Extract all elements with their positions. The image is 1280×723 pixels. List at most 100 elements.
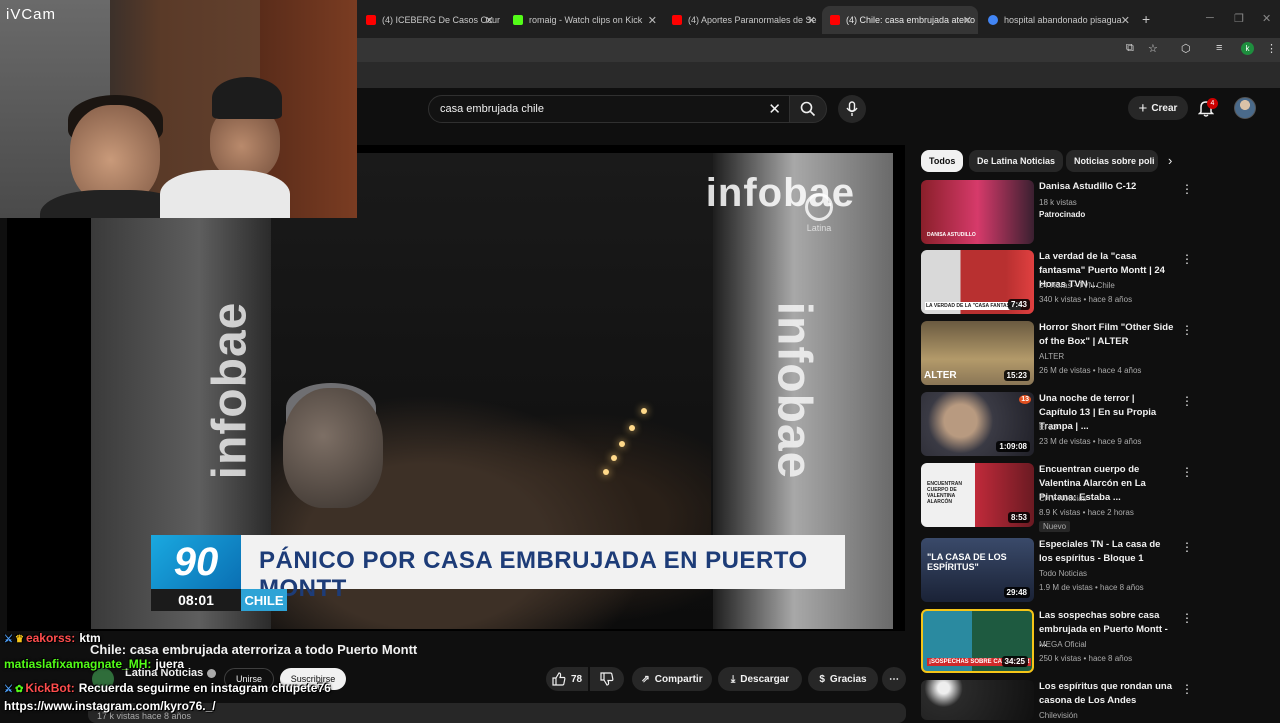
browser-tab-active[interactable]: (4) Chile: casa embrujada aterro ✕ xyxy=(822,6,978,34)
more-options-icon[interactable]: ⋮ xyxy=(1181,252,1193,266)
account-avatar[interactable] xyxy=(1234,97,1256,119)
notifications-count-badge: 4 xyxy=(1207,98,1218,109)
more-options-icon[interactable]: ⋮ xyxy=(1181,540,1193,554)
close-tab-icon[interactable]: ✕ xyxy=(485,14,494,27)
more-options-icon[interactable]: ⋮ xyxy=(1181,394,1193,408)
chat-message: ⚔ ✿ KickBot: Recuerda seguirme en instagram… xyxy=(4,681,331,695)
recommendation-item[interactable]: 13 1:09:08 Una noche de terror | Capítul… xyxy=(921,392,1266,458)
video-duration: 34:25 xyxy=(1001,656,1028,667)
extensions-icon[interactable]: ⬡ xyxy=(1181,42,1191,55)
search-button[interactable] xyxy=(789,95,827,123)
recommendation-item[interactable]: DANISA ASTUDILLO Danisa Astudillo C-12 1… xyxy=(921,180,1266,246)
create-button[interactable]: + Crear xyxy=(1128,96,1188,120)
infobae-watermark: infobae xyxy=(203,301,257,480)
thumbs-down-icon xyxy=(600,672,614,686)
tab-title: (4) Aportes Paranormales de Se xyxy=(688,15,817,25)
profile-icon[interactable]: k xyxy=(1241,42,1254,55)
close-tab-icon[interactable]: ✕ xyxy=(648,14,657,27)
browser-menu-icon[interactable]: ⋮ xyxy=(1266,42,1277,55)
voice-search-button[interactable] xyxy=(838,95,866,123)
chat-message: https://www.instagram.com/kyro76._/ xyxy=(4,699,216,713)
youtube-favicon-icon xyxy=(830,15,840,25)
recommendation-item[interactable]: ALTER 15:23 Horror Short Film "Other Sid… xyxy=(921,321,1266,387)
browser-tab[interactable]: (4) Aportes Paranormales de Se ✕ xyxy=(664,6,822,34)
chat-username: eakorss: xyxy=(25,631,76,645)
recommendation-item[interactable]: ENCUENTRAN CUERPO DE VALENTINA ALARCÓN 8… xyxy=(921,463,1266,532)
more-actions-button[interactable]: ⋯ xyxy=(882,667,906,691)
microphone-icon xyxy=(846,101,858,116)
browser-tab[interactable]: romaig - Watch clips on Kick ✕ xyxy=(505,6,663,34)
recommendation-item[interactable]: "LA CASA DE LOS ESPÍRITUS" 29:48 Especia… xyxy=(921,538,1266,604)
tab-title: (4) Chile: casa embrujada aterro xyxy=(846,15,976,25)
chevron-right-icon[interactable]: › xyxy=(1168,153,1172,168)
thumbnail-label: ALTER xyxy=(924,370,957,381)
channel-name: ALTER xyxy=(1039,352,1065,361)
chat-message: ⚔ ♛ eakorss: ktm xyxy=(4,631,101,645)
close-tab-icon[interactable]: ✕ xyxy=(963,14,972,27)
google-favicon-icon xyxy=(988,15,998,25)
browser-tab[interactable]: hospital abandonado pisagua ✕ xyxy=(980,6,1136,34)
maximize-icon[interactable]: ❐ xyxy=(1234,12,1244,25)
channel-name: Chilevisión xyxy=(1039,711,1078,720)
more-icon: ⋯ xyxy=(889,673,899,685)
bookmark-star-icon[interactable]: ☆ xyxy=(1148,42,1158,55)
more-options-icon[interactable]: ⋮ xyxy=(1181,323,1193,337)
clear-search-icon[interactable]: ✕ xyxy=(768,100,781,118)
install-app-icon[interactable]: ⧉ xyxy=(1126,42,1134,55)
video-thumbnail[interactable]: LA VERDAD DE LA "CASA FANTASMA" 7:43 xyxy=(921,250,1034,314)
video-thumbnail[interactable] xyxy=(921,680,1034,720)
more-options-icon[interactable]: ⋮ xyxy=(1181,182,1193,196)
chip-latina-noticias[interactable]: De Latina Noticias xyxy=(969,150,1064,172)
video-meta: 340 k vistas • hace 8 años xyxy=(1039,295,1133,304)
video-title: Especiales TN - La casa de los espíritus… xyxy=(1039,539,1161,564)
more-options-icon[interactable]: ⋮ xyxy=(1181,465,1193,479)
sponsored-label: Patrocinado xyxy=(1039,210,1086,219)
video-duration: 1:09:08 xyxy=(996,441,1030,452)
media-control-icon[interactable]: ≡ xyxy=(1216,42,1222,54)
close-window-icon[interactable]: ✕ xyxy=(1262,12,1271,25)
lower-third-country: CHILE xyxy=(241,589,287,611)
share-icon: ⇗ xyxy=(641,673,650,685)
search-input[interactable]: casa embrujada chile ✕ xyxy=(428,95,790,123)
close-tab-icon[interactable]: ✕ xyxy=(807,14,816,27)
video-title: Danisa Astudillo C-12 xyxy=(1039,181,1137,192)
dislike-button[interactable] xyxy=(590,667,624,691)
guest-figure xyxy=(160,75,290,218)
video-thumbnail[interactable]: ¡SOSPECHAS SOBRE CASA EMBR 34:25 xyxy=(921,609,1034,673)
thanks-button[interactable]: $ Gracias xyxy=(808,667,878,691)
webcam-label: iVCam xyxy=(6,6,57,23)
chat-text: ktm xyxy=(79,631,101,645)
video-thumbnail[interactable]: "LA CASA DE LOS ESPÍRITUS" 29:48 xyxy=(921,538,1034,602)
video-thumbnail[interactable]: 13 1:09:08 xyxy=(921,392,1034,456)
video-thumbnail[interactable]: ALTER 15:23 xyxy=(921,321,1034,385)
video-thumbnail[interactable]: DANISA ASTUDILLO xyxy=(921,180,1034,244)
video-thumbnail[interactable]: ENCUENTRAN CUERPO DE VALENTINA ALARCÓN 8… xyxy=(921,463,1034,527)
like-count: 78 xyxy=(570,673,583,685)
video-meta: 250 k vistas • hace 8 años xyxy=(1039,654,1133,663)
new-tab-icon[interactable]: + xyxy=(1142,11,1150,27)
recommendation-item[interactable]: ¡SOSPECHAS SOBRE CASA EMBR 34:25 Las sos… xyxy=(921,609,1266,675)
download-button[interactable]: ⤓ Descargar xyxy=(718,667,802,691)
thumbnail-label: "LA CASA DE LOS ESPÍRITUS" xyxy=(927,552,1007,572)
browser-tab[interactable]: (4) ICEBERG De Casos Ocurridos ✕ xyxy=(358,6,500,34)
youtube-favicon-icon xyxy=(672,15,682,25)
more-options-icon[interactable]: ⋮ xyxy=(1181,611,1193,625)
share-button[interactable]: ⇗ Compartir xyxy=(632,667,712,691)
minimize-icon[interactable]: ─ xyxy=(1206,12,1214,24)
kick-favicon-icon xyxy=(513,15,523,25)
video-title: Chile: casa embrujada aterroriza a todo … xyxy=(90,642,418,657)
chip-todos[interactable]: Todos xyxy=(921,150,964,172)
close-tab-icon[interactable]: ✕ xyxy=(1121,14,1130,27)
recommendation-item[interactable]: Los espíritus que rondan una casona de L… xyxy=(921,680,1266,720)
more-options-icon[interactable]: ⋮ xyxy=(1181,682,1193,696)
thumbnail-label: LA VERDAD DE LA "CASA FANTASMA" xyxy=(925,302,1022,310)
chip-noticias-politica[interactable]: Noticias sobre poli xyxy=(1066,150,1158,172)
bot-gear-icon: ✿ xyxy=(14,684,24,695)
like-button[interactable]: 78 xyxy=(546,667,588,691)
search-query: casa embrujada chile xyxy=(440,103,544,115)
channel-name: CHV Noticias xyxy=(1039,494,1087,503)
video-duration: 8:53 xyxy=(1007,512,1030,523)
recommendation-item[interactable]: LA VERDAD DE LA "CASA FANTASMA" 7:43 La … xyxy=(921,250,1266,316)
infobae-watermark: infobae xyxy=(767,301,821,480)
thumbs-up-icon xyxy=(552,672,566,686)
